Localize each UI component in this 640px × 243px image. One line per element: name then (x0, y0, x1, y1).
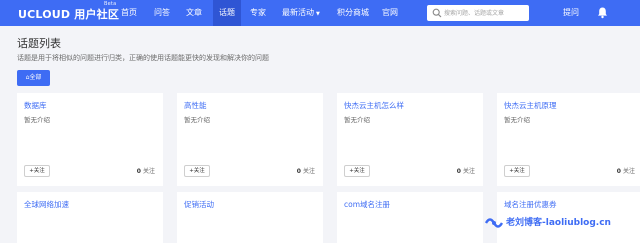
follower-count-label: 关注 (142, 168, 155, 175)
page-description: 话题是用于将相似的问题进行归类，正确的使用话题能更快的发现和解决你的问题 (17, 54, 269, 62)
follower-count-label: 关注 (622, 168, 635, 175)
follower-count-value: 0 (136, 168, 141, 175)
topic-description: 暂无介绍 (344, 116, 370, 124)
topic-card: 快杰云主机怎么样 暂无介绍 +关注 0 关注 (337, 93, 483, 186)
nav-experts[interactable]: 专家 (250, 0, 266, 26)
nav-qa[interactable]: 问答 (154, 0, 170, 26)
topic-description: 暂无介绍 (184, 116, 210, 124)
watermark-logo-icon (484, 218, 504, 228)
follower-count-label: 关注 (302, 168, 315, 175)
topic-description: 暂无介绍 (24, 116, 50, 124)
topic-name[interactable]: 促销活动 (184, 199, 214, 210)
follower-count-value: 0 (296, 168, 301, 175)
search-box[interactable] (427, 5, 529, 21)
follow-label: 关注 (193, 168, 205, 174)
topic-card: 数据库 暂无介绍 +关注 0 关注 (17, 93, 163, 186)
beta-badge: Beta (104, 1, 117, 7)
all-topics-label: 全部 (29, 74, 42, 81)
topic-name[interactable]: 域名注册优惠券 (504, 199, 557, 210)
watermark-text: 老刘博客-laoliublog.cn (506, 218, 611, 228)
watermark: 老刘博客-laoliublog.cn (470, 212, 630, 234)
topic-card: 促销活动 (177, 192, 323, 243)
page-title: 话题列表 (17, 37, 61, 50)
nav-topics[interactable]: 话题 (213, 0, 241, 26)
follow-label: 关注 (353, 168, 365, 174)
nav-activities[interactable]: 最新活动 ▼ (282, 0, 320, 26)
topic-card: 快杰云主机原理 暂无介绍 +关注 0 关注 (497, 93, 640, 186)
follow-button[interactable]: +关注 (184, 165, 210, 177)
nav-articles[interactable]: 文章 (186, 0, 202, 26)
topic-name[interactable]: 高性能 (184, 100, 207, 111)
follow-label: 关注 (513, 168, 525, 174)
all-topics-button[interactable]: ⌂全部 (17, 70, 50, 86)
topic-card: 高性能 暂无介绍 +关注 0 关注 (177, 93, 323, 186)
follow-label: 关注 (33, 168, 45, 174)
topic-card: 全球网络加速 (17, 192, 163, 243)
follower-count-label: 关注 (462, 168, 475, 175)
search-icon (432, 8, 442, 18)
topic-name[interactable]: 全球网络加速 (24, 199, 69, 210)
chevron-down-icon: ▼ (316, 11, 320, 17)
logo-text: UCLOUD 用户社区 (18, 8, 120, 21)
topic-name[interactable]: 数据库 (24, 100, 47, 111)
topic-name[interactable]: 快杰云主机原理 (504, 100, 557, 111)
notification-bell-icon[interactable] (596, 6, 609, 19)
nav-points-mall[interactable]: 积分商城 (337, 0, 369, 26)
topic-name[interactable]: com域名注册 (344, 199, 390, 210)
top-navbar: UCLOUD 用户社区 Beta 首页 问答 文章 话题 专家 最新活动 ▼ 积分… (0, 0, 640, 26)
nav-home[interactable]: 首页 (121, 0, 137, 26)
follower-count: 0 关注 (137, 166, 155, 175)
follower-count: 0 关注 (457, 166, 475, 175)
nav-activities-label: 最新活动 (282, 8, 314, 17)
site-logo[interactable]: UCLOUD 用户社区 Beta (18, 1, 120, 22)
ask-question-link[interactable]: 提问 (563, 0, 579, 26)
topic-card: com域名注册 (337, 192, 483, 243)
follower-count: 0 关注 (617, 166, 635, 175)
follow-button[interactable]: +关注 (24, 165, 50, 177)
topic-name[interactable]: 快杰云主机怎么样 (344, 100, 404, 111)
follower-count: 0 关注 (297, 166, 315, 175)
follow-button[interactable]: +关注 (504, 165, 530, 177)
follow-button[interactable]: +关注 (344, 165, 370, 177)
topic-description: 暂无介绍 (504, 116, 530, 124)
search-input[interactable] (444, 7, 526, 19)
follower-count-value: 0 (456, 168, 461, 175)
nav-official-site[interactable]: 官网 (382, 0, 398, 26)
follower-count-value: 0 (616, 168, 621, 175)
